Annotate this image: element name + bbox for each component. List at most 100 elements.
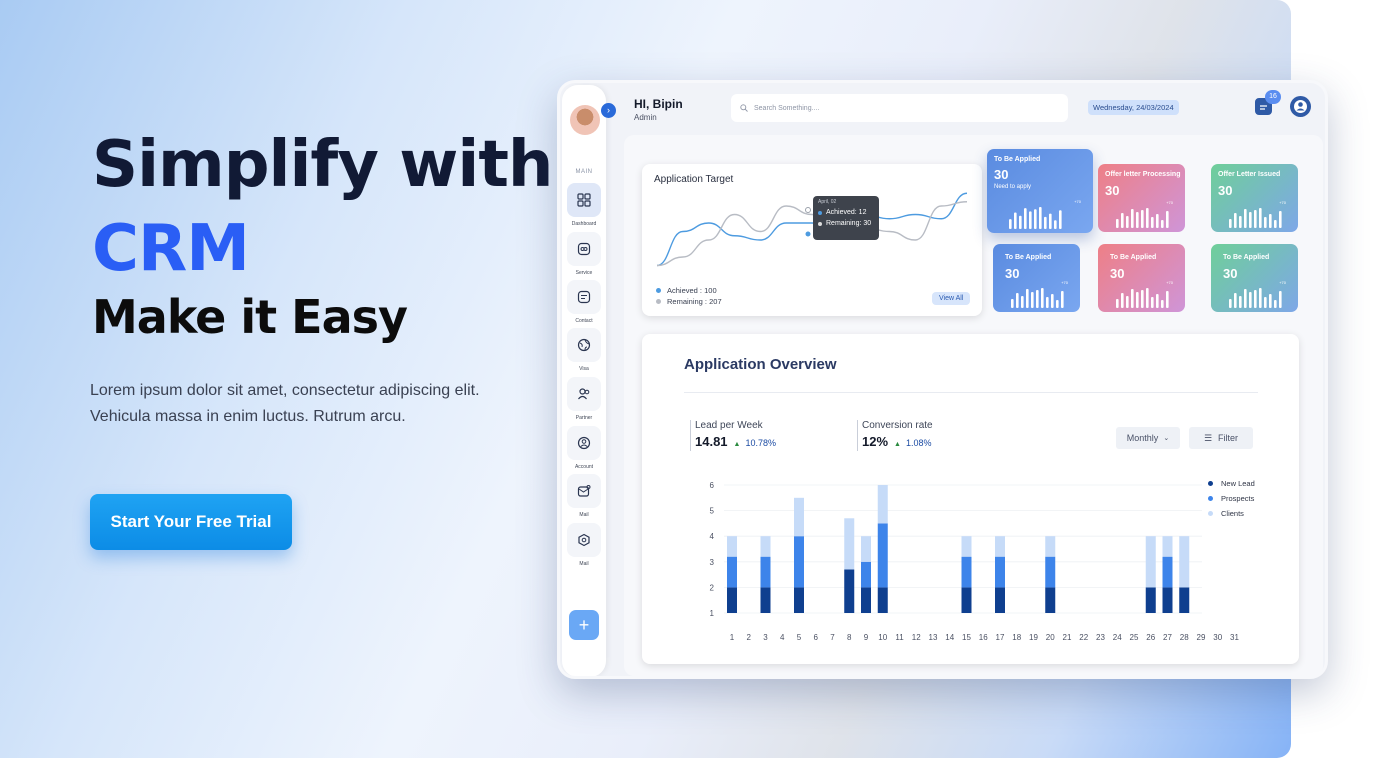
mini-bar — [1121, 213, 1124, 228]
bar-clients — [1162, 536, 1173, 557]
bar-new-lead — [844, 569, 855, 613]
bar-new-lead — [1162, 587, 1173, 613]
tooltip-remaining-dot — [818, 221, 822, 226]
y-tick-label: 2 — [710, 583, 715, 592]
bar-clients — [760, 536, 771, 557]
mini-bar — [1239, 216, 1242, 228]
stat-card[interactable]: To Be Applied 30 Need to apply +70 — [987, 149, 1093, 233]
mini-bar — [1264, 217, 1267, 228]
legend-label: Prospects — [1221, 494, 1255, 503]
mini-bar — [1011, 299, 1014, 308]
bar-prospects — [1045, 556, 1056, 588]
bar-clients — [1179, 536, 1190, 588]
stat-value: 30 — [1105, 183, 1120, 198]
bar-prospects — [794, 536, 804, 588]
x-tick-label: 31 — [1230, 633, 1239, 642]
achieved-label: Achieved : 100 — [667, 286, 717, 295]
stat-card[interactable]: Offer Letter Issued 30 +70 — [1211, 164, 1298, 232]
mini-bar — [1234, 293, 1237, 308]
x-tick-label: 17 — [996, 633, 1005, 642]
x-tick-label: 26 — [1146, 633, 1155, 642]
mini-bar — [1259, 208, 1262, 228]
stat-value: 30 — [1218, 183, 1233, 198]
bar-new-lead — [760, 587, 771, 613]
bar-new-lead — [1145, 587, 1156, 613]
stat-card[interactable]: Offer letter Processing 30 +70 — [1098, 164, 1185, 232]
stat-card[interactable]: To Be Applied 30 +70 — [1098, 244, 1185, 312]
stat-label: Offer letter Processing — [1105, 171, 1181, 178]
x-tick-label: 19 — [1029, 633, 1038, 642]
stat-plus: +70 — [1166, 200, 1173, 205]
x-tick-label: 5 — [797, 633, 802, 642]
legend-new-lead: New Lead — [1208, 479, 1255, 488]
x-tick-label: 14 — [945, 633, 954, 642]
stat-card[interactable]: To Be Applied 30 +70 — [1211, 244, 1298, 312]
mini-bar — [1021, 296, 1024, 308]
legend-dot — [1208, 496, 1213, 501]
stat-card[interactable]: To Be Applied 30 +70 — [993, 244, 1080, 312]
bar-clients — [1145, 536, 1156, 588]
stat-mini-bars — [1011, 288, 1064, 308]
mini-bar — [1141, 290, 1144, 308]
x-tick-label: 7 — [830, 633, 835, 642]
x-tick-label: 28 — [1180, 633, 1189, 642]
mini-bar — [1024, 208, 1027, 229]
line-series-achieved — [656, 192, 968, 267]
mini-bar — [1249, 212, 1252, 228]
bar-new-lead — [727, 587, 737, 613]
view-all-button[interactable]: View All — [932, 292, 971, 305]
bar-prospects — [727, 556, 737, 588]
x-tick-label: 6 — [814, 633, 819, 642]
stat-label: To Be Applied — [994, 156, 1041, 163]
dashboard-content: Application Target Achieved : 100 Remain… — [557, 80, 1328, 679]
stat-label: To Be Applied — [1005, 254, 1052, 261]
x-tick-label: 4 — [780, 633, 785, 642]
mini-bar — [1016, 293, 1019, 308]
tooltip-achieved-text: Achieved: 12 — [826, 209, 867, 216]
y-tick-label: 4 — [710, 532, 715, 541]
mini-bar — [1046, 297, 1049, 308]
mini-bar — [1136, 212, 1139, 228]
legend-remaining: Remaining : 207 — [656, 297, 722, 306]
bar-prospects — [1162, 556, 1173, 588]
mini-bar — [1264, 297, 1267, 308]
legend-label: Clients — [1221, 509, 1244, 518]
x-tick-label: 10 — [878, 633, 887, 642]
mini-bar — [1146, 208, 1149, 228]
mini-bar — [1131, 289, 1134, 308]
bar-new-lead — [995, 587, 1005, 613]
mini-bar — [1249, 292, 1252, 308]
stat-value: 30 — [1110, 266, 1125, 281]
bar-clients — [727, 536, 737, 557]
mini-bar — [1254, 290, 1257, 308]
x-tick-label: 16 — [979, 633, 988, 642]
stat-value: 30 — [994, 167, 1009, 182]
stat-plus: +70 — [1061, 280, 1068, 285]
x-tick-label: 9 — [864, 633, 869, 642]
stat-plus: +70 — [1074, 199, 1081, 204]
stat-value: 30 — [1223, 266, 1238, 281]
x-tick-label: 22 — [1079, 633, 1088, 642]
legend-dot — [1208, 511, 1213, 516]
mini-bar — [1039, 207, 1042, 229]
mini-bar — [1274, 220, 1277, 228]
start-free-trial-button[interactable]: Start Your Free Trial — [90, 494, 292, 550]
bar-clients — [844, 518, 855, 570]
bar-clients — [861, 536, 871, 562]
mini-bar — [1234, 213, 1237, 228]
achieved-dot — [656, 288, 661, 293]
bar-clients — [1045, 536, 1056, 557]
x-tick-label: 29 — [1197, 633, 1206, 642]
mini-bar — [1274, 300, 1277, 308]
mini-bar — [1036, 290, 1039, 308]
mini-bar — [1031, 292, 1034, 308]
x-tick-label: 11 — [895, 633, 904, 642]
mini-bar — [1166, 291, 1169, 308]
mini-bar — [1131, 209, 1134, 228]
mini-bar — [1056, 300, 1059, 308]
stat-label: To Be Applied — [1110, 254, 1157, 261]
stat-plus: +70 — [1279, 280, 1286, 285]
bar-clients — [961, 536, 972, 557]
mini-bar — [1136, 292, 1139, 308]
stat-mini-bars — [1116, 288, 1169, 308]
